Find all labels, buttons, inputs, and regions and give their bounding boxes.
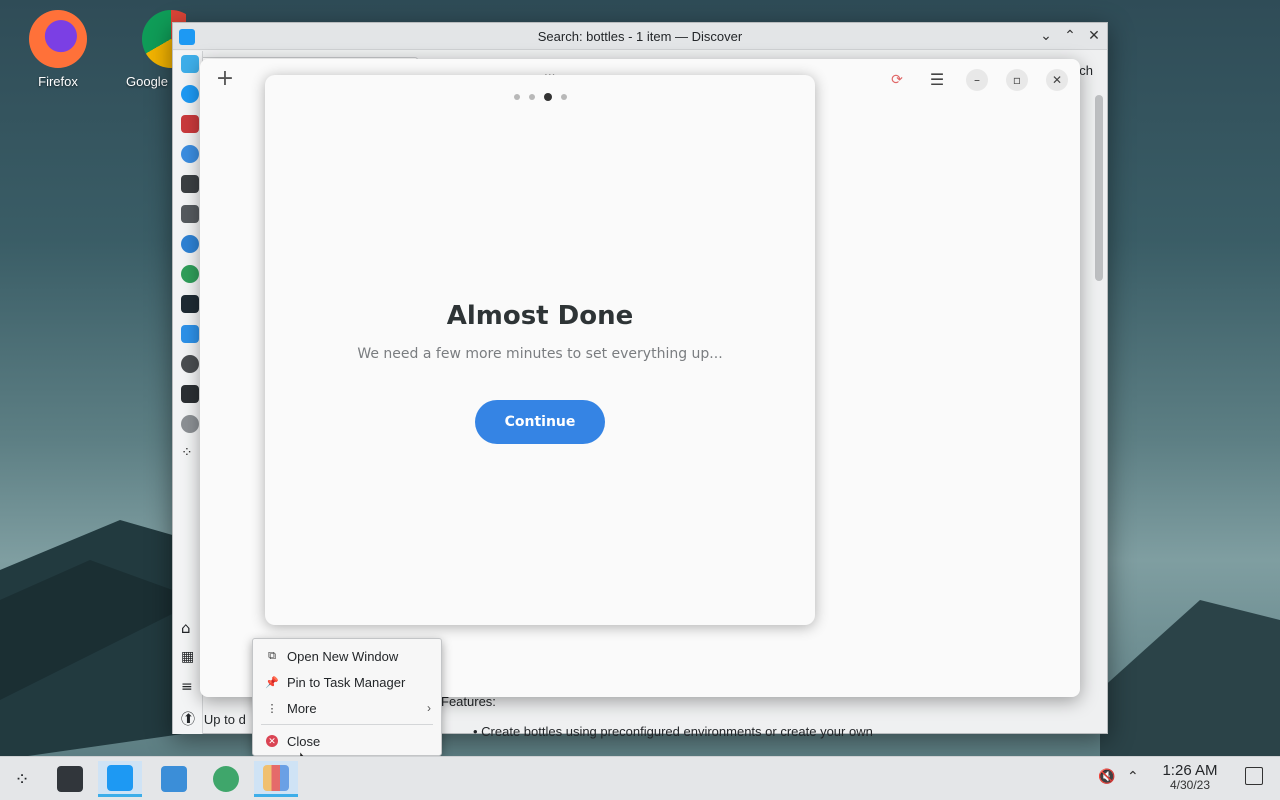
close-icon: ✕ [266,735,278,747]
taskbar-bottles[interactable] [254,761,298,797]
more-icon[interactable] [181,415,199,433]
maximize-button[interactable]: ▫ [1006,69,1028,91]
menu-item-label: More [287,700,317,716]
page-dot-active [543,93,552,101]
menu-item-label: Close [287,733,321,749]
toolbox-icon[interactable] [181,115,199,133]
library-icon[interactable]: ⟳ [886,69,908,91]
update-status-label: Up to d [203,711,246,727]
plasma-addons-icon[interactable]: ⁘ [181,445,199,463]
desktop-icon-label: Google [126,74,168,89]
bottles-icon [263,764,289,791]
add-bottle-button[interactable]: + [214,68,236,91]
chevron-right-icon: › [427,701,431,715]
chevron-down-icon[interactable]: ⌄ [1039,27,1053,44]
desktop-icon-firefox[interactable]: Firefox [13,10,103,89]
more-vertical-icon: ⋮ [266,702,278,715]
show-desktop-icon[interactable] [1245,767,1263,785]
menu-item-label: Open New Window [287,648,399,664]
system-settings-icon [57,766,83,792]
clock-time: 1:26 AM [1162,762,1218,779]
taskbar-dolphin[interactable] [152,761,196,797]
menu-item-pin[interactable]: 📌 Pin to Task Manager [253,669,441,695]
taskbar-discover[interactable] [98,761,142,797]
new-window-icon: ⧉ [268,649,276,662]
clock-date: 4/30/23 [1169,778,1211,792]
system-icon[interactable] [181,385,199,403]
games-icon[interactable] [181,205,199,223]
folder-icon [161,766,187,792]
terminal-icon[interactable] [181,175,199,193]
chevron-up-icon[interactable]: ⌃ [1127,769,1139,785]
menu-item-label: Pin to Task Manager [287,674,406,690]
all-apps-icon[interactable] [181,55,199,73]
titlebar[interactable]: Search: bottles - 1 item — Discover ⌄ ⌃ … [173,23,1107,50]
volume-muted-icon[interactable]: 🔇 [1098,769,1115,785]
app-launcher-icon: ⁘ [14,768,30,790]
graphics-icon[interactable] [181,235,199,253]
office-icon[interactable] [181,325,199,343]
menu-item-more[interactable]: ⋮ More › [253,695,441,721]
accessibility-icon[interactable] [181,85,199,103]
firefox-icon [29,10,87,68]
development-icon[interactable] [181,145,199,163]
page-dot [560,94,567,100]
page-indicator [265,93,815,101]
multimedia-icon[interactable] [181,295,199,313]
category-sidebar: ⁘ ⌂ ▦ ≡ ⓘ [173,51,203,734]
discover-app-icon [179,29,195,45]
close-button[interactable]: ✕ [1046,69,1068,91]
clock[interactable]: 1:26 AM 4/30/23 [1156,762,1224,792]
onboarding-dialog: Almost Done We need a few more minutes t… [265,75,815,625]
discover-icon [107,764,133,791]
globe-icon [213,766,239,792]
desktop-icon-label: Firefox [38,74,78,89]
dialog-title: Almost Done [446,301,634,331]
taskbar-context-menu: ⧉ Open New Window 📌 Pin to Task Manager … [252,638,442,756]
menu-item-open-new-window[interactable]: ⧉ Open New Window [253,643,441,669]
installed-icon[interactable]: ▦ [181,649,199,667]
search-button-label[interactable]: ch [1079,63,1093,78]
window-title: Search: bottles - 1 item — Discover [537,28,743,44]
pin-icon: 📌 [265,676,279,689]
close-icon[interactable]: ✕ [1087,27,1101,44]
menu-separator [261,724,433,725]
internet-icon[interactable] [181,265,199,283]
maximize-button[interactable]: ⌃ [1063,27,1077,44]
app-launcher-button[interactable]: ⁘ [0,761,44,797]
update-icon: ⬆ [183,711,194,726]
settings-icon[interactable]: ≡ [181,679,199,697]
minimize-button[interactable]: – [966,69,988,91]
taskbar-system-settings[interactable] [48,761,92,797]
taskbar: ⁘ 🔇 ⌃ 1:26 AM 4/30/23 [0,756,1280,800]
page-dot [528,94,535,100]
continue-button[interactable]: Continue [475,400,605,444]
update-status[interactable]: ⬆ Up to d [183,711,246,727]
home-icon[interactable]: ⌂ [181,619,199,637]
scrollbar[interactable] [1095,95,1103,281]
dialog-subtitle: We need a few more minutes to set everyt… [357,346,723,362]
menu-item-close[interactable]: ✕ Close [253,728,441,754]
page-dot [513,94,520,100]
taskbar-browser[interactable] [204,761,248,797]
main-menu-button[interactable]: ☰ [926,69,948,91]
science-icon[interactable] [181,355,199,373]
feature-item: • Create bottles using preconfigured env… [473,724,873,739]
